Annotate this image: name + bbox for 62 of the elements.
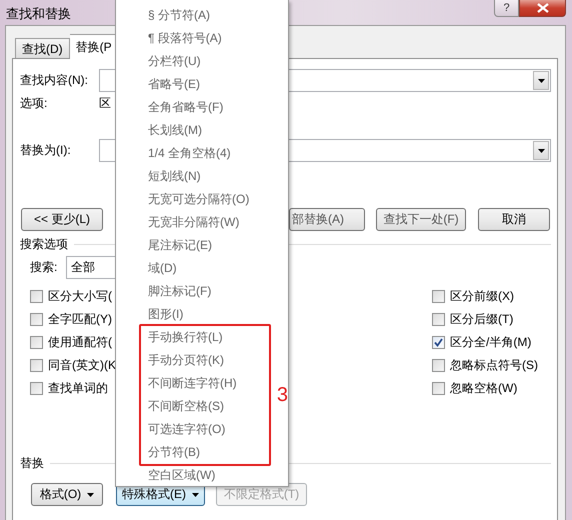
checkbox-label: 全字匹配(Y) — [48, 311, 112, 328]
checkbox[interactable] — [432, 313, 445, 326]
field-label: 查找内容(N): — [20, 72, 89, 89]
checkbox-label: 区分大小写( — [48, 288, 112, 305]
cancel-button[interactable]: 取消 — [478, 208, 550, 231]
annotation-number: 3 — [276, 384, 288, 406]
menu-item[interactable]: 长划线(M) — [116, 119, 288, 142]
checkbox-label: 使用通配符( — [48, 334, 112, 351]
caret-icon — [87, 492, 94, 497]
menu-item[interactable]: 分节符(B) — [141, 441, 269, 464]
close-button[interactable] — [519, 0, 566, 17]
section-title: 搜索选项 — [20, 236, 68, 252]
checkbox-label: 区分前缀(X) — [450, 288, 514, 305]
caret-icon — [538, 148, 544, 152]
caret-icon — [192, 492, 199, 497]
replace-all-button[interactable]: 部替换(A) — [289, 208, 365, 231]
checkbox[interactable] — [432, 359, 445, 372]
dropdown-value: 全部 — [71, 259, 95, 276]
menu-item[interactable]: 省略号(E) — [116, 73, 288, 96]
checkbox-label: 忽略空格(W) — [450, 380, 518, 397]
tab[interactable]: 查找(D) — [15, 38, 70, 58]
menu-item[interactable]: 1/4 全角空格(4) — [116, 142, 288, 165]
dropdown-button[interactable] — [533, 71, 549, 90]
checkbox-label: 区分后缀(T) — [450, 311, 514, 328]
find-next-button[interactable]: 查找下一处(F) — [376, 208, 466, 231]
menu-item[interactable]: 不间断连字符(H) — [141, 372, 269, 395]
checkbox-label: 查找单词的 — [48, 380, 108, 397]
menu-item[interactable]: 图形(I) — [116, 303, 288, 326]
menu-item[interactable]: 脚注标记(F) — [116, 280, 288, 303]
menu-item[interactable]: 尾注标记(E) — [116, 234, 288, 257]
dropdown-button[interactable] — [533, 141, 549, 160]
checkbox-label: 区分全/半角(M) — [450, 334, 532, 351]
menu-item[interactable]: 不间断空格(S) — [141, 395, 269, 418]
checkbox[interactable] — [30, 336, 43, 349]
window-title: 查找和替换 — [5, 5, 71, 23]
checkbox-label: 同音(英文)(K — [48, 357, 116, 374]
menu-item[interactable]: § 分节符(A) — [116, 4, 288, 27]
checkbox[interactable] — [30, 313, 43, 326]
menu-item[interactable]: 短划线(N) — [116, 165, 288, 188]
less-button[interactable]: << 更少(L) — [21, 208, 103, 231]
checkbox[interactable] — [30, 290, 43, 303]
field-label: 替换为(I): — [20, 142, 72, 159]
help-button[interactable]: ? — [494, 0, 519, 17]
menu-item[interactable]: 手动分页符(K) — [141, 349, 269, 372]
caret-icon — [538, 78, 544, 82]
search-label: 搜索: — [30, 259, 58, 276]
options-value: 区 — [99, 94, 111, 112]
menu-item[interactable]: 手动换行符(L) — [141, 326, 269, 349]
checkbox-label: 忽略标点符号(S) — [450, 357, 538, 374]
checkbox[interactable] — [432, 290, 445, 303]
menu-item[interactable]: 无宽可选分隔符(O) — [116, 188, 288, 211]
section-title: 替换 — [20, 454, 44, 472]
checkbox[interactable] — [30, 359, 43, 372]
options-label: 选项: — [20, 94, 48, 112]
menu-item[interactable]: 全角省略号(F) — [116, 96, 288, 119]
checkbox[interactable] — [30, 382, 43, 395]
close-icon — [536, 3, 548, 13]
dropdown-button[interactable]: 格式(O) — [31, 483, 103, 506]
menu-item[interactable]: 可选连字符(O) — [141, 418, 269, 441]
checkbox[interactable] — [432, 336, 445, 349]
checkbox[interactable] — [432, 382, 445, 395]
menu-item[interactable]: 无宽非分隔符(W) — [116, 211, 288, 234]
